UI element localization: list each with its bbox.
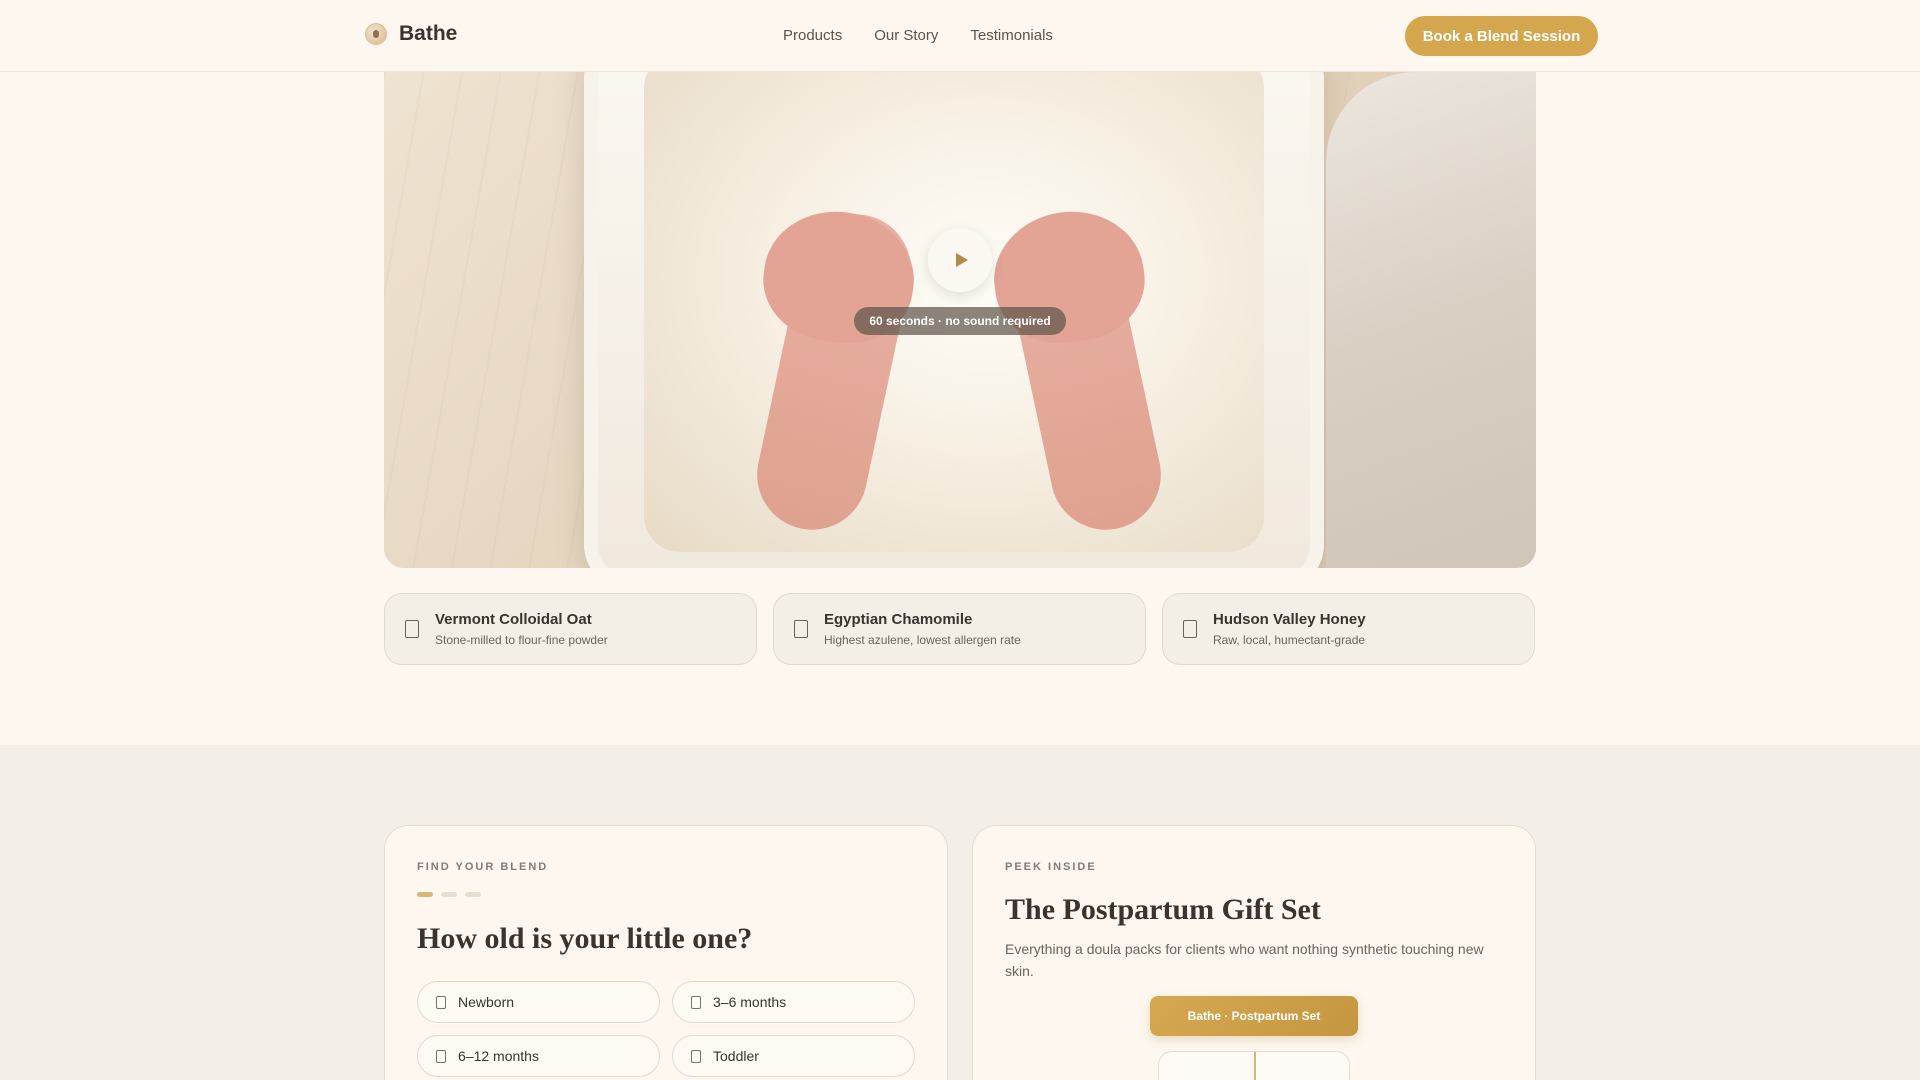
option-icon — [691, 1049, 701, 1063]
play-icon — [955, 253, 968, 267]
quiz-option-3-6-months[interactable]: 3–6 months — [672, 981, 915, 1023]
option-icon — [436, 995, 446, 1009]
quiz-option-label: 6–12 months — [458, 1048, 539, 1064]
play-button[interactable] — [928, 228, 992, 292]
ingredient-card: Vermont Colloidal Oat Stone-milled to fl… — [384, 593, 757, 665]
ingredient-card: Hudson Valley Honey Raw, local, humectan… — [1162, 593, 1535, 665]
site-header: Bathe Products Our Story Testimonials Bo… — [0, 0, 1920, 72]
peek-description: Everything a doula packs for clients who… — [1005, 941, 1484, 979]
blend-section: FIND YOUR BLEND How old is your little o… — [0, 745, 1920, 1080]
quiz-option-toddler[interactable]: Toddler — [672, 1035, 915, 1077]
quiz-option-label: 3–6 months — [713, 994, 787, 1010]
peek-inside-panel: PEEK INSIDE The Postpartum Gift Set Ever… — [972, 825, 1536, 1080]
brand-logo[interactable]: Bathe — [365, 22, 457, 46]
blend-quiz-panel: FIND YOUR BLEND How old is your little o… — [384, 825, 948, 1080]
ingredient-title: Hudson Valley Honey — [1213, 611, 1366, 628]
gift-box-illustration — [1158, 1051, 1350, 1080]
brand-name: Bathe — [399, 22, 458, 45]
nav-link-our-story[interactable]: Our Story — [874, 27, 938, 44]
ingredient-title: Vermont Colloidal Oat — [435, 611, 592, 628]
hero-video[interactable]: 60 seconds · no sound required — [384, 72, 1536, 568]
quiz-option-label: Newborn — [458, 994, 515, 1010]
ingredient-subtitle: Raw, local, humectant-grade — [1213, 633, 1366, 647]
option-icon — [436, 1049, 446, 1063]
gift-set-label: Bathe · Postpartum Set — [1150, 996, 1358, 1036]
quiz-option-label: Toddler — [713, 1048, 759, 1064]
option-icon — [691, 995, 701, 1009]
logo-icon — [365, 23, 387, 45]
quiz-options: Newborn 3–6 months 6–12 months Toddler — [417, 981, 915, 1077]
progress-step-3 — [465, 892, 481, 897]
quiz-eyebrow: FIND YOUR BLEND — [417, 861, 549, 873]
nav-link-testimonials[interactable]: Testimonials — [970, 27, 1053, 44]
ingredient-cards: Vermont Colloidal Oat Stone-milled to fl… — [384, 593, 1536, 665]
leaf-icon — [405, 620, 419, 638]
quiz-option-newborn[interactable]: Newborn — [417, 981, 660, 1023]
peek-title: The Postpartum Gift Set — [1005, 893, 1321, 926]
quiz-progress — [417, 892, 481, 897]
ingredient-title: Egyptian Chamomile — [824, 611, 973, 628]
peek-eyebrow: PEEK INSIDE — [1005, 861, 1097, 873]
honey-icon — [1183, 620, 1197, 638]
main-nav: Products Our Story Testimonials — [783, 27, 1053, 44]
ingredient-card: Egyptian Chamomile Highest azulene, lowe… — [773, 593, 1146, 665]
quiz-question: How old is your little one? — [417, 922, 753, 955]
video-poster-towel — [1326, 72, 1536, 568]
flower-icon — [794, 620, 808, 638]
video-caption: 60 seconds · no sound required — [854, 307, 1066, 335]
ingredient-subtitle: Highest azulene, lowest allergen rate — [824, 633, 1021, 647]
progress-step-2 — [441, 892, 457, 897]
progress-step-1 — [417, 892, 433, 897]
nav-link-products[interactable]: Products — [783, 27, 842, 44]
book-blend-session-button[interactable]: Book a Blend Session — [1405, 16, 1598, 56]
ingredient-subtitle: Stone-milled to flour-fine powder — [435, 633, 608, 647]
quiz-option-6-12-months[interactable]: 6–12 months — [417, 1035, 660, 1077]
